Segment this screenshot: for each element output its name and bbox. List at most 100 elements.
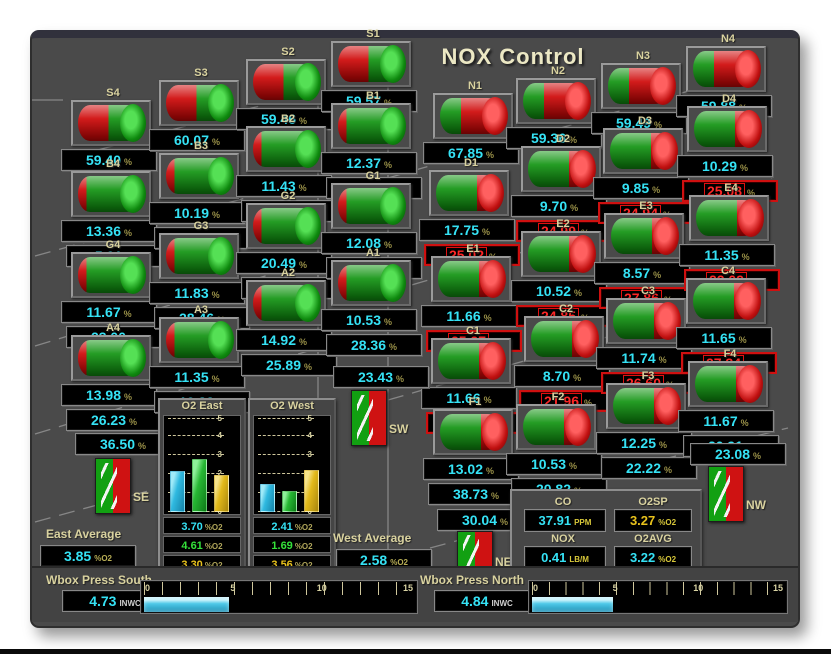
chart-title: O2 East — [160, 400, 244, 415]
valve-icon[interactable] — [521, 146, 601, 192]
bar-east-yellow — [214, 475, 229, 512]
unit-label: G3 — [151, 220, 251, 233]
unit-label: E4 — [681, 182, 781, 195]
value-box[interactable]: 11.35% — [679, 244, 775, 266]
unit-label: F4 — [680, 348, 780, 361]
o2-east-readout: 3.70%O2 — [163, 517, 241, 534]
valve-icon[interactable] — [521, 231, 601, 277]
value-box[interactable]: 11.66% — [421, 305, 517, 327]
value-box[interactable]: 28.36% — [326, 334, 422, 356]
emissions-stats-panel: CO 37.91PPM O2SP 3.27%O2 NOX 0.41LB/M O2… — [510, 489, 702, 572]
value-box[interactable]: 10.53% — [506, 453, 602, 475]
o2sp-value-box[interactable]: 3.27%O2 — [614, 509, 692, 532]
valve-icon[interactable] — [71, 100, 151, 146]
valve-icon[interactable] — [159, 233, 239, 279]
value-box[interactable]: 14.92% — [236, 329, 332, 351]
value-box[interactable]: 12.25% — [596, 432, 692, 454]
o2-east-readout: 4.61%O2 — [163, 536, 241, 553]
wbox-north-value-box[interactable]: 4.84INWC — [434, 590, 540, 612]
o2-east-plot: 0 1 2 3 4 5 — [163, 415, 241, 515]
valve-icon[interactable] — [331, 41, 411, 87]
valve-icon[interactable] — [331, 103, 411, 149]
valve-icon[interactable] — [687, 106, 767, 152]
value-box[interactable]: 10.29% — [677, 155, 773, 177]
east-average-label: East Average — [46, 527, 121, 541]
se-corner-label: SE — [133, 490, 149, 504]
value-box[interactable]: 13.98% — [61, 384, 157, 406]
valve-icon[interactable] — [246, 59, 326, 105]
windbox-pressure-strip: Wbox Press South 4.73INWC 0 5 10 15 Wbox… — [32, 566, 798, 622]
wbox-north-gauge: 0 5 10 15 — [528, 580, 788, 614]
unit-label: B3 — [151, 140, 251, 153]
valve-icon[interactable] — [606, 383, 686, 429]
unit-label: A4 — [63, 322, 163, 335]
valve-icon[interactable] — [688, 361, 768, 407]
valve-icon[interactable] — [246, 203, 326, 249]
sw-corner-value-box[interactable]: 23.43% — [333, 366, 429, 388]
value-box[interactable]: 11.67% — [61, 301, 157, 323]
value-box[interactable]: 9.85% — [593, 177, 689, 199]
valve-icon[interactable] — [524, 316, 604, 362]
value-box[interactable]: 11.65% — [676, 327, 772, 349]
east-average-value-box[interactable]: 3.85%O2 — [40, 545, 136, 567]
valve-icon[interactable] — [246, 126, 326, 172]
co-value-box[interactable]: 37.91PPM — [524, 509, 606, 532]
value-box[interactable]: 10.52% — [511, 280, 607, 302]
valve-icon[interactable] — [433, 93, 513, 139]
value-box[interactable]: 11.35% — [149, 366, 245, 388]
valve-icon[interactable] — [246, 280, 326, 326]
valve-icon[interactable] — [516, 78, 596, 124]
unit-label: F2 — [508, 391, 608, 404]
valve-icon[interactable] — [429, 170, 509, 216]
o2-west-chart: O2 West 0 1 2 3 4 5 2.41%O2 1.69%O2 3.56… — [248, 398, 336, 572]
unit-label: N4 — [678, 33, 778, 46]
unit-label: E1 — [423, 243, 523, 256]
value-box[interactable]: 8.57% — [594, 262, 690, 284]
unit-label: S4 — [63, 87, 163, 100]
wbox-north-label: Wbox Press North — [420, 573, 524, 587]
value-box[interactable]: 11.67% — [678, 410, 774, 432]
unit-label: S1 — [323, 28, 423, 41]
unit-label: D4 — [679, 93, 779, 106]
value-box[interactable]: 22.22% — [601, 457, 697, 479]
valve-icon[interactable] — [689, 195, 769, 241]
sw-corner-label: SW — [389, 422, 408, 436]
valve-icon[interactable] — [159, 80, 239, 126]
nw-corner-value-box[interactable]: 23.08% — [690, 443, 786, 465]
window-bottom-edge — [0, 649, 831, 654]
bar-west-cyan — [260, 484, 275, 512]
bar-west-yellow — [304, 470, 319, 512]
unit-F2: F2 10.53% 20.82% — [508, 391, 608, 500]
value-box[interactable]: 26.23% — [66, 409, 162, 431]
value-box[interactable]: 25.89% — [241, 354, 337, 376]
wbox-south-label: Wbox Press South — [46, 573, 152, 587]
valve-icon[interactable] — [433, 409, 513, 455]
valve-icon[interactable] — [159, 153, 239, 199]
value-box[interactable]: 11.83% — [149, 282, 245, 304]
gauge-fill-bar — [532, 597, 613, 612]
valve-icon[interactable] — [516, 404, 596, 450]
valve-icon[interactable] — [606, 298, 686, 344]
valve-icon[interactable] — [431, 338, 511, 384]
valve-icon[interactable] — [601, 63, 681, 109]
unit-label: A3 — [151, 304, 251, 317]
value-box[interactable]: 10.53% — [321, 309, 417, 331]
gauge-fill-bar — [144, 597, 229, 612]
bar-west-green — [282, 491, 297, 512]
valve-icon[interactable] — [331, 183, 411, 229]
valve-icon[interactable] — [604, 213, 684, 259]
valve-icon[interactable] — [71, 171, 151, 217]
nw-corner-label: NW — [746, 498, 766, 512]
valve-icon[interactable] — [431, 256, 511, 302]
valve-icon[interactable] — [71, 252, 151, 298]
valve-icon[interactable] — [603, 128, 683, 174]
value-box[interactable]: 13.02% — [423, 458, 519, 480]
valve-icon[interactable] — [159, 317, 239, 363]
valve-icon[interactable] — [331, 260, 411, 306]
valve-icon[interactable] — [686, 46, 766, 92]
nox-label: NOX — [520, 533, 606, 545]
se-corner-value-box[interactable]: 36.50% — [75, 433, 171, 455]
valve-icon[interactable] — [71, 335, 151, 381]
valve-icon[interactable] — [686, 278, 766, 324]
value-box[interactable]: 17.75% — [419, 219, 515, 241]
